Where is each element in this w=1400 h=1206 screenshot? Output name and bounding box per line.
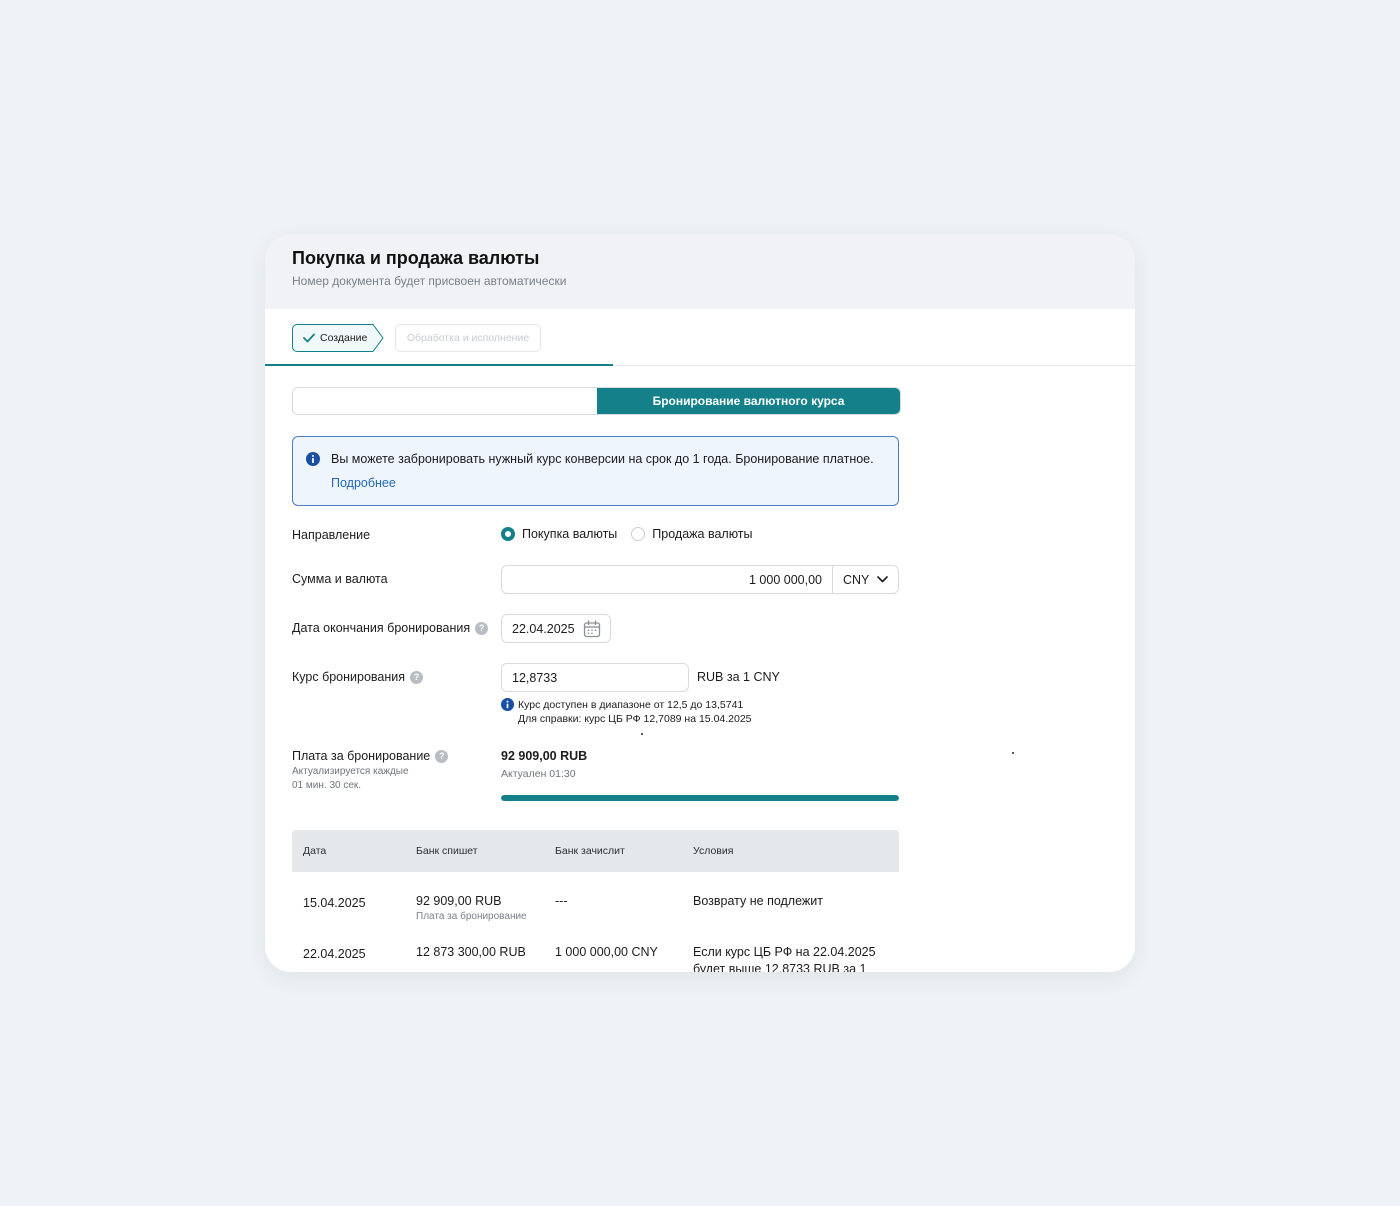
direction-label: Направление (292, 528, 370, 542)
currency-select[interactable]: CNY (833, 566, 898, 593)
step-create-label: Создание (320, 332, 368, 344)
rate-reference-text: Для справки: курс ЦБ РФ 12,7089 на 15.04… (518, 713, 752, 725)
help-icon[interactable]: ? (435, 749, 449, 763)
currency-value: CNY (843, 572, 870, 587)
fee-timer-progress-fill (501, 795, 899, 801)
end-date-value: 22.04.2025 (512, 621, 575, 636)
column-header-credit: Банк зачислит (555, 845, 625, 857)
amount-label: Сумма и валюта (292, 572, 388, 586)
cell-credit: --- (555, 894, 568, 908)
chevron-down-icon (877, 576, 888, 583)
rate-label-text: Курс бронирования (292, 670, 406, 684)
stray-dot (1012, 752, 1014, 754)
radio-buy-label: Покупка валюты (522, 527, 618, 541)
radio-unchecked-icon (631, 527, 646, 541)
table-header: Дата Банк спишет Банк зачислит Условия (292, 830, 899, 872)
mode-switch: Бронирование валютного курса (292, 387, 901, 415)
amount-label-text: Сумма и валюта (292, 572, 388, 586)
end-date-label: Дата окончания бронирования ? (292, 621, 489, 635)
fee-timer-progress (501, 795, 899, 801)
direction-radio-group: Покупка валюты Продажа валюты (501, 527, 753, 541)
rate-range-text: Курс доступен в диапазоне от 12,5 до 13,… (518, 699, 744, 711)
fee-amount: 92 909,00 RUB (501, 749, 588, 763)
cell-conditions: Если курс ЦБ РФ на 22.04.2025 будет выше… (693, 945, 876, 972)
help-icon[interactable]: ? (475, 621, 489, 635)
radio-sell-label: Продажа валюты (652, 527, 753, 541)
fee-refresh-line2: 01 мин. 30 сек. (292, 780, 362, 791)
stray-dot (641, 733, 643, 735)
rate-input[interactable]: 12,8733 (501, 663, 689, 692)
fee-actual-timer: Актуален 01:30 (501, 768, 576, 780)
rate-label: Курс бронирования ? (292, 670, 424, 684)
info-banner: Вы можете забронировать нужный курс конв… (292, 436, 899, 506)
table-row: 15.04.2025 92 909,00 RUB Плата за бронир… (292, 893, 899, 944)
help-icon[interactable]: ? (410, 670, 424, 684)
rate-value: 12,8733 (512, 670, 558, 685)
direction-label-text: Направление (292, 528, 371, 542)
end-date-input[interactable]: 22.04.2025 (501, 614, 611, 643)
amount-currency-field: 1 000 000,00 CNY (501, 565, 899, 594)
cell-credit: 1 000 000,00 CNY (555, 945, 658, 959)
table-row: 22.04.2025 12 873 300,00 RUB 1 000 000,0… (292, 944, 899, 972)
step-create[interactable]: Создание (292, 324, 384, 352)
radio-checked-icon (501, 527, 515, 541)
calendar-icon[interactable] (583, 619, 601, 638)
cell-debit: 12 873 300,00 RUB (416, 945, 526, 959)
column-header-debit: Банк спишет (416, 845, 478, 857)
stepper-progress-line (265, 364, 613, 366)
cell-debit-note: Плата за бронирование (416, 911, 527, 922)
column-header-conditions: Условия (693, 845, 734, 857)
column-header-date: Дата (303, 845, 327, 857)
mode-option-rate-booking[interactable]: Бронирование валютного курса (597, 388, 900, 414)
check-icon (303, 333, 315, 343)
rate-unit: RUB за 1 CNY (697, 670, 780, 684)
page-subtitle: Номер документа будет присвоен автоматич… (292, 274, 567, 288)
fee-refresh-line1: Актуализируется каждые (292, 766, 409, 777)
radio-sell-currency[interactable]: Продажа валюты (631, 527, 753, 541)
more-details-link[interactable]: Подробнее (331, 475, 396, 491)
info-text: Вы можете забронировать нужный курс конв… (331, 452, 874, 466)
amount-input[interactable]: 1 000 000,00 (502, 566, 833, 593)
card-header: Покупка и продажа валюты Номер документа… (265, 234, 1135, 309)
amount-value: 1 000 000,00 (749, 572, 822, 587)
step-processing[interactable]: Обработка и исполнение (395, 324, 541, 352)
cell-date: 15.04.2025 (303, 896, 366, 910)
page-title: Покупка и продажа валюты (292, 248, 540, 268)
step-processing-label: Обработка и исполнение (406, 332, 530, 344)
cell-date: 22.04.2025 (303, 947, 366, 961)
info-icon (501, 698, 514, 711)
cell-debit: 92 909,00 RUB Плата за бронирование (416, 893, 555, 944)
end-date-label-text: Дата окончания бронирования (292, 621, 471, 635)
currency-exchange-card: Покупка и продажа валюты Номер документа… (265, 234, 1135, 972)
fee-refresh-note: Актуализируется каждые 01 мин. 30 сек. (292, 765, 409, 793)
fee-label: Плата за бронирование ? (292, 749, 449, 763)
stepper: Создание Обработка и исполнение (265, 309, 1135, 366)
cell-debit-amount: 92 909,00 RUB (416, 894, 502, 908)
info-icon (306, 452, 320, 466)
radio-buy-currency[interactable]: Покупка валюты (501, 527, 617, 541)
cell-conditions: Возврату не подлежит (693, 894, 823, 908)
fee-label-text: Плата за бронирование (292, 749, 431, 763)
rate-hint: Курс доступен в диапазоне от 12,5 до 13,… (501, 698, 752, 726)
schedule-table: Дата Банк спишет Банк зачислит Условия 1… (292, 830, 899, 972)
mode-option-left[interactable] (293, 388, 597, 414)
